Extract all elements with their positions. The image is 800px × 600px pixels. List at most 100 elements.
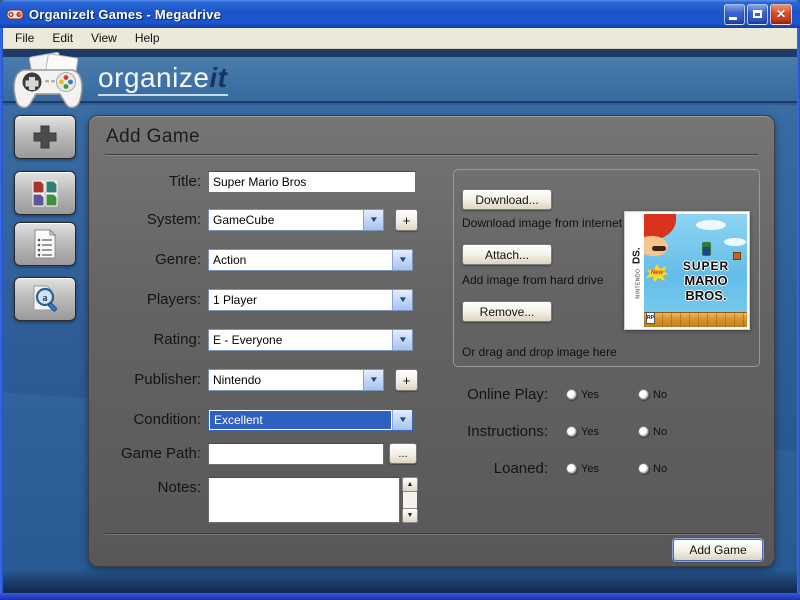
publisher-label: Publisher: <box>134 371 201 388</box>
window-border-bottom <box>0 593 800 600</box>
loaned-no-label: No <box>653 463 668 475</box>
add-game-button[interactable]: Add Game <box>673 539 763 561</box>
window-title: OrganizeIt Games - Megadrive <box>29 6 221 22</box>
game-path-input[interactable] <box>208 443 384 465</box>
sidebar-list-button[interactable] <box>14 222 76 266</box>
online-play-label: Online Play: <box>467 386 548 403</box>
chevron-down-icon: ▼ <box>368 375 379 384</box>
publisher-dropdown-button[interactable]: ▼ <box>363 370 383 390</box>
drag-drop-hint: Or drag and drop image here <box>462 345 617 359</box>
platform-brand: NINTENDO <box>635 268 642 299</box>
search-icon: a <box>33 285 57 312</box>
titlebar[interactable]: OrganizeIt Games - Megadrive ✕ <box>0 0 800 28</box>
system-dropdown-button[interactable]: ▼ <box>363 210 383 230</box>
chevron-down-icon: ▼ <box>397 335 408 344</box>
instructions-yes-radio[interactable] <box>566 426 577 437</box>
attach-button[interactable]: Attach... <box>462 244 552 265</box>
maximize-button[interactable] <box>747 3 768 25</box>
notes-scrollbar[interactable]: ▲ ▼ <box>402 477 418 523</box>
genre-select[interactable]: Action ▼ <box>208 249 413 271</box>
system-add-button[interactable]: + <box>395 209 418 231</box>
loaned-yes-radio[interactable] <box>566 463 577 474</box>
instructions-yes-label: Yes <box>581 426 599 438</box>
add-game-panel: Add Game Title: System: GameCube ▼ + Gen… <box>88 115 775 567</box>
download-hint: Download image from internet <box>462 216 623 230</box>
image-groupbox: Download... Download image from internet… <box>453 169 760 367</box>
genre-dropdown-button[interactable]: ▼ <box>392 250 412 270</box>
online-play-no-label: No <box>653 389 668 401</box>
menu-edit[interactable]: Edit <box>43 29 82 47</box>
game-path-label: Game Path: <box>120 445 201 462</box>
scroll-up-button[interactable]: ▲ <box>402 477 418 492</box>
gamepad-logo-icon <box>13 52 83 109</box>
logo-text: organizeit <box>98 64 228 96</box>
logo-accent: it <box>209 62 228 93</box>
loaned-yes-label: Yes <box>581 463 599 475</box>
system-label: System: <box>146 211 201 228</box>
scroll-down-button[interactable]: ▼ <box>402 508 418 523</box>
loaned-no-radio[interactable] <box>638 463 649 474</box>
online-play-yes-radio[interactable] <box>566 389 577 400</box>
page-title: Add Game <box>106 126 201 147</box>
title-label: Title: <box>169 173 201 190</box>
arrow-up-icon: ▲ <box>406 481 414 488</box>
close-button[interactable]: ✕ <box>770 3 792 25</box>
logo-main: organize <box>98 62 210 93</box>
genre-value: Action <box>213 253 247 267</box>
games-collection-icon <box>32 180 58 207</box>
sidebar-search-button[interactable]: a <box>14 277 76 321</box>
brand-area: organizeit <box>10 52 228 114</box>
cover-spine: NINTENDO DS. <box>627 214 644 327</box>
luigi-figure <box>702 242 711 256</box>
system-value: GameCube <box>213 213 275 227</box>
instructions-no-label: No <box>653 426 668 438</box>
chevron-down-icon: ▼ <box>397 415 408 424</box>
scroll-track[interactable] <box>403 492 417 508</box>
publisher-value: Nintendo <box>213 373 262 387</box>
chevron-down-icon: ▼ <box>397 255 408 264</box>
bottom-shadow <box>0 569 800 593</box>
players-select[interactable]: 1 Player ▼ <box>208 289 413 311</box>
app-icon <box>6 9 24 20</box>
players-value: 1 Player <box>213 293 258 307</box>
menu-file[interactable]: File <box>6 29 43 47</box>
maximize-icon <box>753 10 762 18</box>
online-play-no-radio[interactable] <box>638 389 649 400</box>
heading-divider <box>105 154 758 156</box>
download-button[interactable]: Download... <box>462 189 552 210</box>
cloud-shape <box>724 238 746 246</box>
esrb-rating: RP <box>646 312 655 324</box>
sidebar-collection-button[interactable] <box>14 171 76 215</box>
mario-mustache <box>652 246 666 251</box>
online-play-yes-label: Yes <box>581 389 599 401</box>
list-icon <box>34 228 57 259</box>
menu-help[interactable]: Help <box>126 29 169 47</box>
cover-title: SUPER MARIO BROS. <box>682 259 730 303</box>
cover-art: New SUPER MARIO BROS. RP <box>644 214 747 327</box>
arrow-down-icon: ▼ <box>406 512 414 519</box>
remove-button[interactable]: Remove... <box>462 301 552 322</box>
instructions-label: Instructions: <box>467 423 548 440</box>
minimize-button[interactable] <box>724 3 745 25</box>
rating-value: E - Everyone <box>213 333 283 347</box>
instructions-no-radio[interactable] <box>638 426 649 437</box>
players-dropdown-button[interactable]: ▼ <box>392 290 412 310</box>
condition-value: Excellent <box>210 411 391 429</box>
rating-select[interactable]: E - Everyone ▼ <box>208 329 413 351</box>
condition-select[interactable]: Excellent ▼ <box>208 409 413 431</box>
system-select[interactable]: GameCube ▼ <box>208 209 384 231</box>
genre-label: Genre: <box>155 251 201 268</box>
svg-text:a: a <box>43 293 48 304</box>
players-label: Players: <box>146 291 201 308</box>
rating-dropdown-button[interactable]: ▼ <box>392 330 412 350</box>
notes-label: Notes: <box>157 479 201 496</box>
loaned-label: Loaned: <box>493 460 548 477</box>
cover-ground <box>644 312 747 327</box>
sidebar-add-game-button[interactable] <box>14 115 76 159</box>
footer-divider <box>105 533 758 535</box>
menu-view[interactable]: View <box>82 29 126 47</box>
close-icon: ✕ <box>775 7 787 21</box>
title-input[interactable] <box>208 171 416 193</box>
publisher-select[interactable]: Nintendo ▼ <box>208 369 384 391</box>
notes-textarea[interactable] <box>208 477 400 523</box>
